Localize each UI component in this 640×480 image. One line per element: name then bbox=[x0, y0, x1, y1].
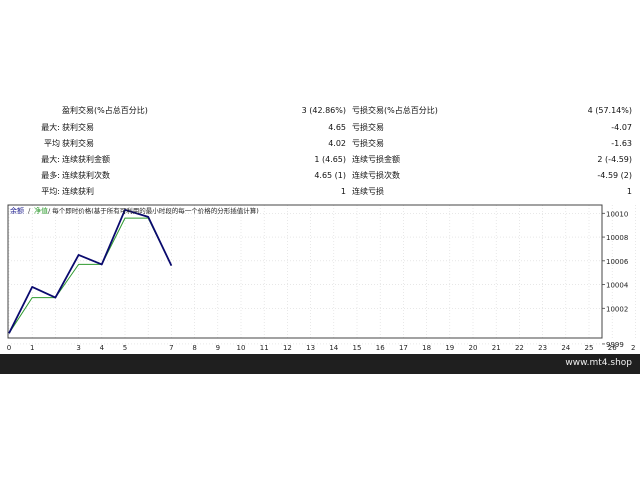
stat-label-right: 亏损交易 bbox=[352, 123, 384, 132]
chart-svg: 10010100081000610004100029999 0 1 3 4 5 7 8 9 10… bbox=[4, 203, 636, 353]
stat-label-right: 连续亏损金额 bbox=[352, 155, 400, 164]
stat-value-left: 4.65 (1) bbox=[314, 171, 346, 180]
footer-site-label: www.mt4.shop bbox=[565, 358, 632, 368]
stat-group-label: 最多: bbox=[41, 171, 60, 180]
legend-balance: 余额 bbox=[10, 206, 24, 215]
stat-value-left: 1 (4.65) bbox=[314, 155, 346, 164]
stat-group-label: 平均: bbox=[41, 187, 60, 196]
stat-label-left: 获利交易 bbox=[62, 139, 94, 148]
stat-label-right: 连续亏损次数 bbox=[352, 171, 400, 180]
stat-label-left: 连续获利金额 bbox=[62, 155, 110, 164]
legend-description: / 每个即时价格(基于所有可利用的最小时段的每一个价格的分形插值计算) bbox=[48, 206, 259, 215]
x-tick-label: 22 bbox=[515, 344, 524, 352]
x-tick-label: 21 bbox=[492, 344, 501, 352]
balance-chart: 10010 10008 10006 10004 10002 9999 0 1 3 4 5 7 8 9 10… bbox=[4, 203, 636, 353]
y-tick-label: 10002 bbox=[606, 305, 628, 313]
x-tick-label: 11 bbox=[260, 344, 269, 352]
x-tick-label: 27 bbox=[631, 344, 636, 352]
chart-background bbox=[4, 203, 636, 353]
statistics-table: 盈利交易(%占总百分比) 3 (42.86%) 亏损交易(%占总百分比) 4 (57.… bbox=[0, 104, 640, 200]
x-tick-label: 26 bbox=[608, 344, 617, 352]
stat-label-right: 连续亏损 bbox=[352, 187, 384, 196]
x-tick-label: 15 bbox=[353, 344, 362, 352]
stat-value-right: 2 (-4.59) bbox=[597, 155, 632, 164]
x-tick-label: 18 bbox=[422, 344, 431, 352]
x-tick-label: 17 bbox=[399, 344, 408, 352]
x-tick-label: 0 bbox=[7, 344, 11, 352]
x-tick-label: 1 bbox=[30, 344, 34, 352]
stat-group-label: 最大: bbox=[41, 123, 60, 132]
stat-value-right: -4.07 bbox=[611, 123, 632, 132]
x-tick-label: 7 bbox=[169, 344, 173, 352]
footer-bar: www.mt4.shop bbox=[0, 354, 640, 374]
x-tick-label: 9 bbox=[216, 344, 220, 352]
stat-value-left: 4.65 bbox=[328, 123, 346, 132]
stat-label-left: 盈利交易(%占总百分比) bbox=[62, 106, 148, 115]
chart-legend: 余额 / 净值 / 每个即时价格(基于所有可利用的最小时段的每一个价格的分形插值… bbox=[10, 206, 259, 215]
stat-value-right: 4 (57.14%) bbox=[587, 106, 632, 115]
y-tick-label: 10004 bbox=[606, 282, 629, 290]
x-tick-label: 4 bbox=[100, 344, 105, 352]
stat-label-left: 连续获利 bbox=[62, 187, 94, 196]
stat-label-right: 亏损交易(%占总百分比) bbox=[352, 106, 438, 115]
stat-value-left: 3 (42.86%) bbox=[301, 106, 346, 115]
stat-label-left: 连续获利次数 bbox=[62, 171, 110, 180]
stat-value-right: -1.63 bbox=[611, 139, 632, 148]
y-tick-label: 10008 bbox=[606, 234, 628, 242]
stat-value-left: 1 bbox=[340, 187, 346, 196]
x-tick-label: 16 bbox=[376, 344, 385, 352]
x-tick-label: 25 bbox=[585, 344, 594, 352]
x-tick-label: 20 bbox=[469, 344, 478, 352]
x-tick-label: 8 bbox=[192, 344, 196, 352]
x-tick-label: 5 bbox=[123, 344, 127, 352]
stat-value-right: 1 bbox=[626, 187, 632, 196]
y-tick-label: 10006 bbox=[606, 258, 629, 266]
legend-equity: 净值 bbox=[34, 206, 48, 215]
x-tick-label: 3 bbox=[76, 344, 80, 352]
stat-group-label: 最大: bbox=[41, 155, 60, 164]
stat-value-left: 4.02 bbox=[328, 139, 346, 148]
stat-group-label: 平均 bbox=[44, 139, 60, 148]
x-tick-label: 10 bbox=[237, 344, 246, 352]
stat-label-right: 亏损交易 bbox=[352, 139, 384, 148]
x-tick-label: 13 bbox=[306, 344, 315, 352]
x-tick-label: 14 bbox=[329, 344, 338, 352]
x-tick-label: 12 bbox=[283, 344, 292, 352]
x-tick-label: 24 bbox=[561, 344, 570, 352]
stat-value-right: -4.59 (2) bbox=[597, 171, 632, 180]
stat-label-left: 获利交易 bbox=[62, 123, 94, 132]
x-tick-label: 23 bbox=[538, 344, 547, 352]
x-tick-label: 19 bbox=[445, 344, 454, 352]
y-tick-label: 10010 bbox=[606, 210, 628, 218]
